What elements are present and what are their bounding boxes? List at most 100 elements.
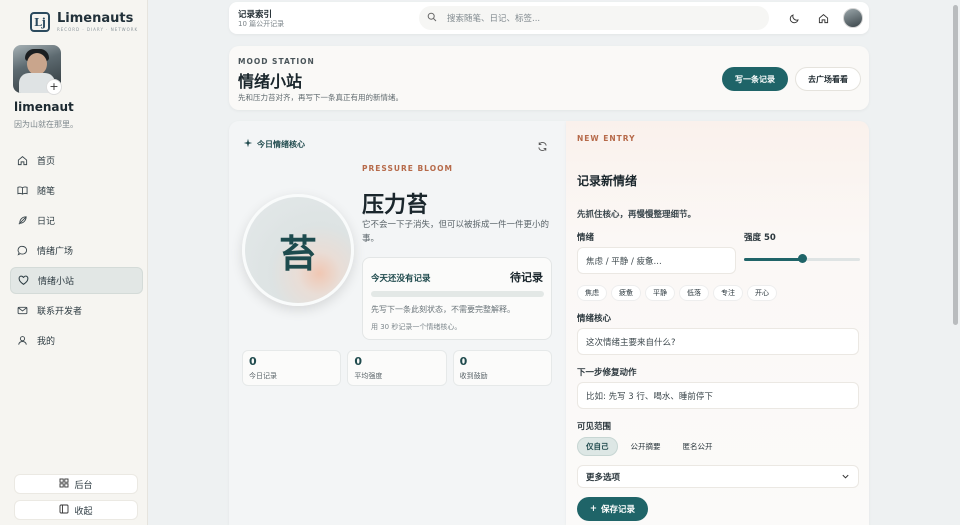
- core-kicker: PRESSURE BLOOM: [362, 164, 453, 173]
- brand-tagline: RECORD · DIARY · NETWORK: [57, 27, 139, 32]
- stat-label: 今日记录: [249, 372, 277, 380]
- stat-label: 平均强度: [354, 372, 383, 380]
- sidebar-item-label: 首页: [37, 157, 56, 167]
- core-label-text: 今日情绪核心: [257, 139, 305, 149]
- progress-bar: [371, 291, 544, 297]
- plus-icon: +: [589, 504, 598, 514]
- theme-toggle-icon[interactable]: [787, 11, 801, 25]
- write-entry-button[interactable]: 写一条记录: [722, 67, 788, 91]
- visibility-label: 可见范围: [577, 422, 612, 432]
- sparkle-icon: [243, 138, 253, 150]
- mail-icon: [16, 305, 28, 317]
- avatar-add-button[interactable]: +: [46, 79, 62, 95]
- brand-name: Limenauts: [57, 11, 134, 26]
- sidebar-nav: 首页 随笔 日记 情绪广场 情绪小站 联系开发者 我的: [10, 147, 143, 357]
- top-bar: 记录索引 10 篇公开记录 搜索随笔、日记、标签...: [229, 2, 869, 34]
- username: limenaut: [14, 100, 74, 114]
- page-header: MOOD STATION 情绪小站 先和压力苔对齐，再写下一条真正有用的新情绪。…: [229, 46, 869, 110]
- brand-logo[interactable]: Lj Limenauts RECORD · DIARY · NETWORK: [30, 12, 138, 32]
- core-field-label: 情绪核心: [577, 314, 612, 324]
- stat-avg-intensity: 0 平均强度: [347, 350, 447, 386]
- sidebar-item-mood-station[interactable]: 情绪小站: [10, 267, 143, 294]
- emotion-input[interactable]: 焦虑 / 平静 / 疲惫...: [577, 247, 736, 274]
- status-label: 今天还没有记录: [371, 274, 431, 284]
- next-action-label: 下一步修复动作: [577, 368, 637, 378]
- page-scrollbar[interactable]: [953, 5, 958, 325]
- emotion-chip[interactable]: 低落: [679, 285, 709, 301]
- book-open-icon: [16, 185, 28, 197]
- stat-value: 0: [354, 355, 362, 368]
- chat-bubble-icon: [16, 245, 28, 257]
- core-description: 它不会一下子消失，但可以被拆成一件一件更小的事。: [362, 220, 550, 244]
- status-hint: 先写下一条此刻状态，不需要完整解释。: [371, 305, 515, 314]
- sidebar-item-me[interactable]: 我的: [10, 327, 143, 354]
- entry-kicker: NEW ENTRY: [577, 134, 636, 143]
- search-placeholder: 搜索随笔、日记、标签...: [447, 14, 541, 24]
- page-kicker: MOOD STATION: [238, 57, 315, 66]
- more-options-toggle[interactable]: 更多选项: [577, 465, 859, 488]
- sidebar-item-essays[interactable]: 随笔: [10, 177, 143, 204]
- sidebar-item-label: 我的: [37, 337, 56, 347]
- mood-orb: 苔: [242, 194, 354, 306]
- entry-subtitle: 先抓住核心，再慢慢整理细节。: [577, 210, 697, 220]
- sidebar-item-contact[interactable]: 联系开发者: [10, 297, 143, 324]
- index-subtitle: 10 篇公开记录: [238, 20, 285, 28]
- intensity-slider[interactable]: [744, 254, 860, 263]
- save-button[interactable]: + 保存记录: [577, 497, 648, 521]
- sidebar-item-label: 随笔: [37, 187, 56, 197]
- feather-icon: [16, 215, 28, 227]
- stat-encouragements: 0 收到鼓励: [452, 350, 552, 386]
- emotion-label: 情绪: [577, 233, 595, 243]
- sidebar: Lj Limenauts RECORD · DIARY · NETWORK + …: [0, 0, 148, 525]
- search-icon: [427, 12, 437, 25]
- visibility-options: 仅自己 公开摘要 匿名公开: [577, 437, 722, 456]
- stat-value: 0: [459, 355, 468, 368]
- visibility-private[interactable]: 仅自己: [577, 437, 618, 456]
- logo-mark: Lj: [30, 12, 50, 32]
- emotion-chip[interactable]: 焦虑: [577, 285, 607, 301]
- user-signature: 因为山就在那里。: [14, 120, 78, 129]
- stat-value: 0: [249, 355, 257, 368]
- status-foot: 用 30 秒记录一个情绪核心。: [371, 323, 462, 331]
- stat-label: 收到鼓励: [459, 372, 488, 380]
- today-status: 今天还没有记录 待记录 先写下一条此刻状态，不需要完整解释。 用 30 秒记录一…: [362, 257, 552, 340]
- sidebar-item-home[interactable]: 首页: [10, 147, 143, 174]
- visit-square-button[interactable]: 去广场看看: [795, 67, 861, 91]
- next-action-input[interactable]: 比如: 先写 3 行、喝水、睡前停下: [577, 382, 859, 409]
- status-badge: 待记录: [510, 271, 543, 284]
- more-options-label: 更多选项: [586, 472, 621, 483]
- sidebar-item-label: 联系开发者: [37, 307, 83, 317]
- home-icon: [16, 155, 28, 167]
- collapse-button[interactable]: 收起: [14, 500, 138, 520]
- admin-button[interactable]: 后台: [14, 474, 138, 494]
- grid-icon: [59, 478, 69, 491]
- mood-core-card: 今日情绪核心 苔 PRESSURE BLOOM 压力苔 它不会一下子消失，但可以…: [229, 121, 566, 525]
- emotion-chip[interactable]: 平静: [645, 285, 675, 301]
- search-input[interactable]: 搜索随笔、日记、标签...: [419, 6, 769, 30]
- user-avatar[interactable]: [843, 8, 863, 28]
- sidebar-item-label: 情绪广场: [37, 247, 74, 257]
- emotion-chip[interactable]: 开心: [747, 285, 777, 301]
- visibility-anonymous[interactable]: 匿名公开: [674, 437, 722, 456]
- core-label: 今日情绪核心: [243, 138, 305, 150]
- slider-thumb[interactable]: [798, 254, 807, 263]
- emotion-chip[interactable]: 专注: [713, 285, 743, 301]
- page-description: 先和压力苔对齐，再写下一条真正有用的新情绪。: [238, 93, 403, 102]
- slider-fill: [744, 258, 802, 261]
- sidebar-item-mood-square[interactable]: 情绪广场: [10, 237, 143, 264]
- sidebar-item-diary[interactable]: 日记: [10, 207, 143, 234]
- heart-icon: [17, 275, 29, 287]
- new-entry-form: NEW ENTRY 记录新情绪 先抓住核心，再慢慢整理细节。 情绪 焦虑 / 平…: [566, 121, 869, 525]
- core-input[interactable]: 这次情绪主要来自什么?: [577, 328, 859, 355]
- save-button-label: 保存记录: [601, 505, 636, 515]
- user-icon: [16, 335, 28, 347]
- emotion-chip[interactable]: 疲惫: [611, 285, 641, 301]
- home-icon[interactable]: [816, 11, 830, 25]
- sidebar-collapse-icon: [59, 504, 69, 517]
- admin-button-label: 后台: [74, 480, 93, 491]
- visibility-public-summary[interactable]: 公开摘要: [622, 437, 670, 456]
- stats-row: 0 今日记录 0 平均强度 0 收到鼓励: [242, 350, 552, 386]
- sidebar-item-label: 情绪小站: [38, 277, 75, 287]
- entry-title: 记录新情绪: [577, 174, 638, 188]
- refresh-icon[interactable]: [537, 137, 549, 151]
